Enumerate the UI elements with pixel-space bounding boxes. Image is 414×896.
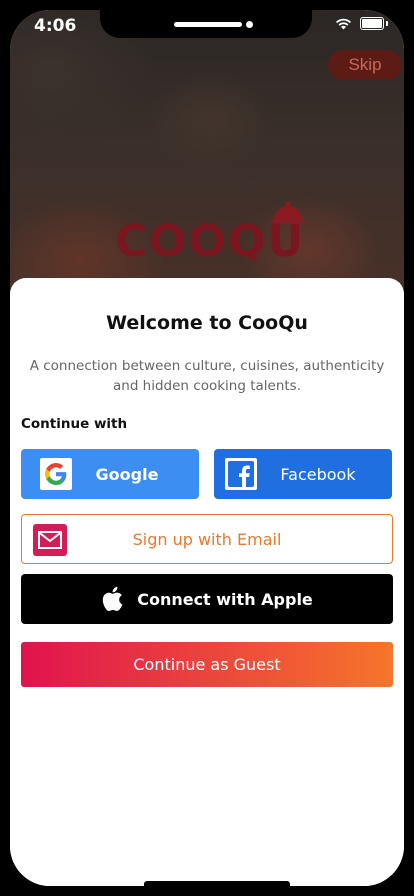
apple-icon — [101, 586, 123, 612]
notch-speaker — [174, 22, 242, 27]
skip-button[interactable]: Skip — [328, 50, 402, 80]
envelope-icon — [33, 524, 67, 556]
cooqu-logo: COOQU — [115, 201, 305, 260]
home-indicator — [144, 881, 290, 886]
google-label: Google — [95, 464, 159, 484]
battery-icon — [360, 17, 384, 30]
phone-screen: 4:06 Skip COOQU Welcome to CooQu A conne… — [10, 10, 404, 886]
notch — [100, 10, 312, 38]
continue-with-label: Continue with — [21, 416, 128, 432]
google-button[interactable]: Google — [21, 449, 199, 499]
notch-camera — [246, 21, 253, 28]
facebook-button[interactable]: Facebook — [214, 449, 392, 499]
apple-label: Connect with Apple — [137, 589, 313, 609]
welcome-subtitle: A connection between culture, cuisines, … — [29, 358, 385, 394]
welcome-sheet: Welcome to CooQu A connection between cu… — [10, 278, 404, 886]
status-time: 4:06 — [34, 16, 77, 36]
email-signup-button[interactable]: Sign up with Email — [21, 514, 393, 564]
google-g-icon — [40, 458, 72, 490]
logo-text: COOQU — [115, 216, 305, 260]
battery-tip — [386, 21, 388, 26]
continue-as-guest-button[interactable]: Continue as Guest — [21, 642, 393, 687]
facebook-label: Facebook — [280, 464, 356, 484]
status-icons — [335, 17, 388, 30]
guest-label: Continue as Guest — [133, 655, 281, 674]
email-label: Sign up with Email — [132, 529, 282, 549]
apple-connect-button[interactable]: Connect with Apple — [21, 574, 393, 624]
welcome-title: Welcome to CooQu — [106, 312, 308, 334]
facebook-f-icon — [225, 458, 257, 490]
wifi-icon — [336, 18, 351, 29]
